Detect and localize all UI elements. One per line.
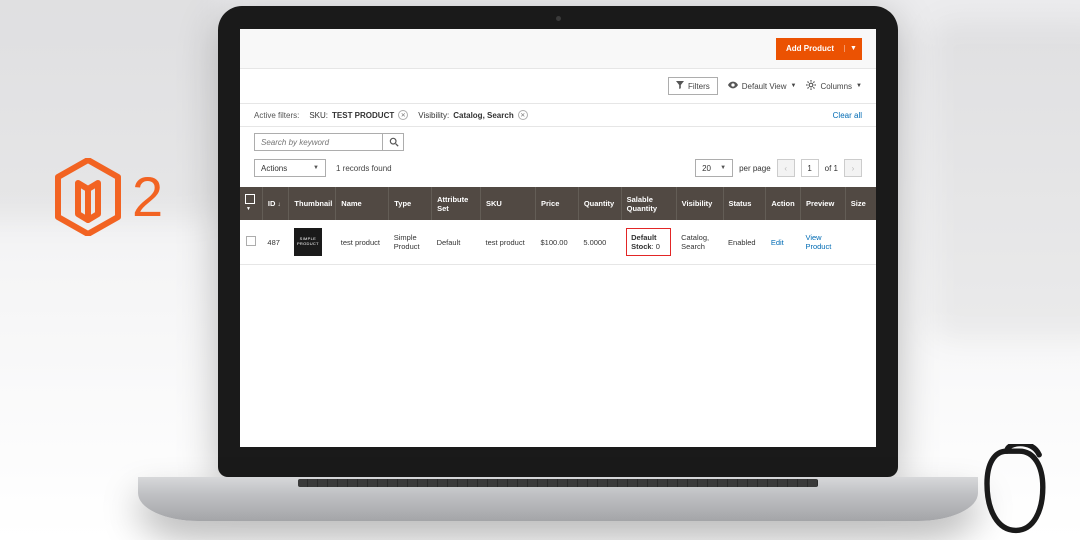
pager-page-value: 1 bbox=[807, 164, 811, 173]
row-checkbox[interactable] bbox=[240, 220, 262, 265]
chip-value: TEST PRODUCT bbox=[332, 111, 394, 120]
view-product-link[interactable]: View Product bbox=[805, 233, 831, 251]
chevron-down-icon: ▼ bbox=[313, 165, 319, 171]
col-qty[interactable]: Quantity bbox=[578, 187, 621, 220]
col-checkbox[interactable]: ▼ bbox=[240, 187, 262, 220]
admin-screen: Add Product ▼ Filters Default View ▼ bbox=[240, 29, 876, 447]
chip-key: Visibility: bbox=[418, 111, 449, 120]
chip-key: SKU: bbox=[309, 111, 328, 120]
filter-chip-visibility: Visibility: Catalog, Search ✕ bbox=[418, 110, 527, 120]
chevron-down-icon: ▼ bbox=[791, 83, 797, 89]
pager-page-input[interactable]: 1 bbox=[801, 159, 819, 177]
cell-id: 487 bbox=[262, 220, 288, 265]
add-product-dropdown-icon[interactable]: ▼ bbox=[844, 45, 862, 52]
cell-qty: 5.0000 bbox=[578, 220, 621, 265]
chip-remove-icon[interactable]: ✕ bbox=[398, 110, 408, 120]
actions-row: Actions ▼ 1 records found 20 ▼ per page … bbox=[240, 155, 876, 187]
gear-icon bbox=[806, 80, 816, 92]
col-type[interactable]: Type bbox=[389, 187, 432, 220]
magento-hexagon-icon bbox=[54, 158, 122, 236]
cell-price: $100.00 bbox=[536, 220, 579, 265]
per-page-value: 20 bbox=[702, 164, 711, 173]
keyboard-strip bbox=[298, 479, 818, 487]
active-filters-label: Active filters: bbox=[254, 111, 299, 120]
cell-sku: test product bbox=[480, 220, 535, 265]
cell-action: Edit bbox=[766, 220, 801, 265]
search-icon[interactable] bbox=[382, 133, 404, 151]
chevron-down-icon: ▼ bbox=[720, 165, 726, 171]
col-thumbnail[interactable]: Thumbnail bbox=[289, 187, 336, 220]
add-product-label: Add Product bbox=[776, 44, 844, 53]
laptop-frame: Add Product ▼ Filters Default View ▼ bbox=[218, 6, 898, 521]
cell-name: test product bbox=[336, 220, 389, 265]
camera-dot-icon bbox=[556, 16, 561, 21]
funnel-icon bbox=[676, 81, 684, 91]
cell-visibility: Catalog, Search bbox=[676, 220, 723, 265]
col-salable[interactable]: Salable Quantity bbox=[621, 187, 676, 220]
keyword-search bbox=[254, 133, 404, 151]
salable-value: : 0 bbox=[652, 242, 660, 251]
mouse-icon bbox=[978, 444, 1050, 534]
clear-all-link[interactable]: Clear all bbox=[833, 111, 862, 120]
col-size[interactable]: Size bbox=[845, 187, 876, 220]
table-row[interactable]: 487 SIMPLE PRODUCT test product Simple P… bbox=[240, 220, 876, 265]
products-grid: ▼ ID ↓ Thumbnail Name Type Attribute Set… bbox=[240, 187, 876, 265]
cell-thumbnail: SIMPLE PRODUCT bbox=[289, 220, 336, 265]
chevron-right-icon: › bbox=[852, 164, 855, 173]
pager: 20 ▼ per page ‹ 1 of 1 › bbox=[695, 159, 862, 177]
salable-highlight: Default Stock: 0 bbox=[626, 228, 671, 256]
actions-label: Actions bbox=[261, 164, 287, 173]
pager-prev-button[interactable]: ‹ bbox=[777, 159, 795, 177]
chevron-left-icon: ‹ bbox=[784, 164, 787, 173]
col-action[interactable]: Action bbox=[766, 187, 801, 220]
filters-label: Filters bbox=[688, 82, 710, 91]
col-id[interactable]: ID ↓ bbox=[262, 187, 288, 220]
add-product-button[interactable]: Add Product ▼ bbox=[776, 38, 862, 60]
edit-link[interactable]: Edit bbox=[771, 238, 784, 247]
brand-logo: 2 bbox=[54, 158, 163, 236]
default-view-control[interactable]: Default View ▼ bbox=[728, 81, 797, 91]
col-status[interactable]: Status bbox=[723, 187, 766, 220]
cell-preview: View Product bbox=[800, 220, 845, 265]
default-view-label: Default View bbox=[742, 82, 787, 91]
per-page-label: per page bbox=[739, 164, 771, 173]
page-header: Add Product ▼ bbox=[240, 29, 876, 69]
eye-icon bbox=[728, 81, 738, 91]
brand-version-text: 2 bbox=[132, 169, 163, 225]
cell-salable: Default Stock: 0 bbox=[621, 220, 676, 265]
pager-next-button[interactable]: › bbox=[844, 159, 862, 177]
col-sku[interactable]: SKU bbox=[480, 187, 535, 220]
cell-status: Enabled bbox=[723, 220, 766, 265]
grid-toolbar: Filters Default View ▼ Columns ▼ bbox=[240, 69, 876, 104]
col-price[interactable]: Price bbox=[536, 187, 579, 220]
per-page-select[interactable]: 20 ▼ bbox=[695, 159, 733, 177]
thumb-placeholder: SIMPLE PRODUCT bbox=[294, 228, 322, 256]
filters-button[interactable]: Filters bbox=[668, 77, 718, 95]
records-found: 1 records found bbox=[336, 164, 392, 173]
col-preview[interactable]: Preview bbox=[800, 187, 845, 220]
pager-of-label: of 1 bbox=[825, 164, 838, 173]
grid-header-row: ▼ ID ↓ Thumbnail Name Type Attribute Set… bbox=[240, 187, 876, 220]
cell-size bbox=[845, 220, 876, 265]
cell-attrset: Default bbox=[432, 220, 481, 265]
search-row bbox=[240, 127, 876, 155]
col-attrset[interactable]: Attribute Set bbox=[432, 187, 481, 220]
chip-remove-icon[interactable]: ✕ bbox=[518, 110, 528, 120]
columns-label: Columns bbox=[820, 82, 852, 91]
laptop-deck bbox=[138, 477, 978, 521]
chip-value: Catalog, Search bbox=[453, 111, 513, 120]
cell-type: Simple Product bbox=[389, 220, 432, 265]
columns-control[interactable]: Columns ▼ bbox=[806, 80, 862, 92]
active-filters-bar: Active filters: SKU: TEST PRODUCT ✕ Visi… bbox=[240, 104, 876, 127]
chevron-down-icon: ▼ bbox=[856, 83, 862, 89]
col-visibility[interactable]: Visibility bbox=[676, 187, 723, 220]
col-name[interactable]: Name bbox=[336, 187, 389, 220]
actions-select[interactable]: Actions ▼ bbox=[254, 159, 326, 177]
filter-chip-sku: SKU: TEST PRODUCT ✕ bbox=[309, 110, 408, 120]
